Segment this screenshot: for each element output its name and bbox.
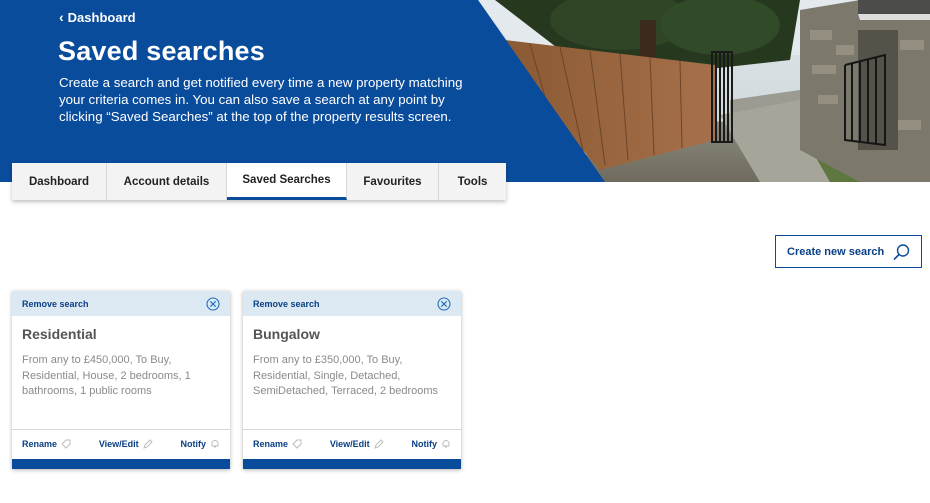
tab-tools[interactable]: Tools	[439, 163, 506, 200]
card-divider	[12, 429, 230, 430]
view-edit-label: View/Edit	[98, 439, 139, 449]
bell-icon	[211, 439, 219, 448]
tab-dashboard[interactable]: Dashboard	[12, 163, 107, 200]
notify-button[interactable]: Notify	[412, 439, 452, 449]
notify-button[interactable]: Notify	[181, 439, 221, 449]
search-criteria: From any to £450,000, To Buy, Residentia…	[22, 354, 191, 397]
rename-label: Rename	[22, 439, 58, 449]
tab-favourites[interactable]: Favourites	[347, 163, 439, 200]
saved-search-card: Remove search Bungalow From any to £350,…	[243, 291, 461, 469]
tab-account-details[interactable]: Account details	[107, 163, 227, 200]
back-link-label: Dashboard	[67, 9, 136, 25]
card-actions: Rename View/Edit Notify	[253, 439, 451, 449]
create-new-search-button[interactable]: Create new search	[775, 235, 922, 268]
view-edit-button[interactable]: View/Edit	[99, 439, 153, 449]
rename-label: Rename	[253, 439, 289, 449]
remove-circle-x-icon[interactable]	[206, 296, 220, 311]
pencil-icon	[142, 439, 153, 449]
rename-button[interactable]: Rename	[22, 439, 71, 449]
rename-button[interactable]: Rename	[253, 439, 302, 449]
search-icon	[893, 244, 910, 260]
account-tabs: Dashboard Account details Saved Searches…	[12, 163, 506, 200]
page-title: Saved searches	[58, 36, 265, 66]
view-edit-label: View/Edit	[329, 439, 370, 449]
chevron-left-icon: ‹	[59, 9, 64, 25]
remove-search-link[interactable]: Remove search	[22, 299, 89, 309]
search-title: Bungalow	[253, 326, 320, 342]
remove-search-link[interactable]: Remove search	[253, 299, 320, 309]
tab-saved-searches[interactable]: Saved Searches	[227, 163, 347, 200]
card-footer-bar	[243, 459, 461, 469]
search-criteria: From any to £350,000, To Buy, Residentia…	[253, 354, 439, 397]
page-intro: Create a search and get notified every t…	[59, 75, 463, 124]
card-header: Remove search	[243, 291, 461, 316]
notify-label: Notify	[411, 439, 438, 449]
saved-search-card: Remove search Residential From any to £4…	[12, 291, 230, 469]
bell-icon	[442, 439, 450, 448]
back-to-dashboard-link[interactable]: ‹ Dashboard	[59, 9, 136, 25]
search-title: Residential	[22, 326, 97, 342]
hero-banner: ‹ Dashboard Saved searches Create a sear…	[0, 0, 930, 182]
card-actions: Rename View/Edit Notify	[22, 439, 220, 449]
card-divider	[243, 429, 461, 430]
tag-icon	[292, 439, 302, 449]
notify-label: Notify	[180, 439, 207, 449]
card-footer-bar	[12, 459, 230, 469]
remove-circle-x-icon[interactable]	[437, 296, 451, 311]
page: ‹ Dashboard Saved searches Create a sear…	[0, 0, 930, 503]
tag-icon	[61, 439, 71, 449]
view-edit-button[interactable]: View/Edit	[330, 439, 384, 449]
pencil-icon	[373, 439, 384, 449]
card-header: Remove search	[12, 291, 230, 316]
create-new-search-label: Create new search	[787, 245, 885, 258]
